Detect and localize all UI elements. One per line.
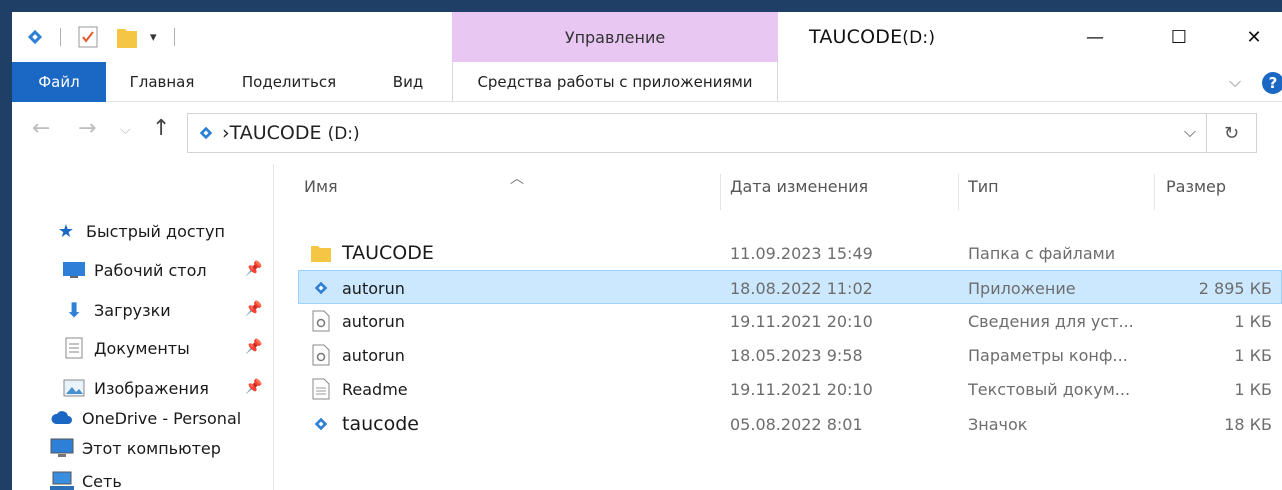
file-size-cell: 2 895 КБ bbox=[1198, 278, 1272, 298]
customize-toolbar-icon[interactable]: ▾ bbox=[150, 22, 157, 52]
app-icon bbox=[308, 280, 334, 296]
file-date-cell: 11.09.2023 15:49 bbox=[730, 243, 873, 263]
table-row[interactable]: autorun 19.11.2021 20:10 Сведения для ус… bbox=[298, 304, 1282, 338]
file-type-cell: Сведения для уст... bbox=[968, 311, 1134, 331]
close-button[interactable]: ✕ bbox=[1231, 22, 1277, 52]
drive-icon bbox=[198, 125, 214, 141]
nav-onedrive[interactable]: OneDrive - Personal bbox=[50, 403, 241, 433]
minimize-button[interactable]: — bbox=[1072, 22, 1118, 52]
tab-view[interactable]: Вид bbox=[382, 62, 434, 102]
file-date-cell: 05.08.2022 8:01 bbox=[730, 414, 863, 434]
tab-app-tools[interactable]: Средства работы с приложениями bbox=[452, 62, 778, 102]
file-name-cell: autorun bbox=[308, 304, 718, 338]
config-file-icon bbox=[308, 344, 334, 366]
navigation-pane: ★ Быстрый доступ Рабочий стол 📌 ⬇ Загруз… bbox=[12, 164, 274, 490]
tab-file[interactable]: Файл bbox=[12, 62, 106, 102]
address-path: ›TAUCODE (D:) bbox=[222, 122, 360, 144]
file-list: ︿ Имя Дата изменения Тип Размер TAUCODE … bbox=[274, 164, 1282, 490]
network-icon bbox=[50, 471, 74, 490]
tab-home[interactable]: Главная bbox=[116, 62, 208, 102]
tab-share[interactable]: Поделиться bbox=[230, 62, 348, 102]
pin-icon[interactable]: 📌 bbox=[245, 261, 262, 277]
pin-icon[interactable]: 📌 bbox=[245, 301, 262, 317]
up-arrow-icon[interactable]: ↑ bbox=[152, 116, 170, 141]
file-type-cell: Приложение bbox=[968, 278, 1076, 298]
nav-downloads[interactable]: ⬇ Загрузки bbox=[62, 295, 171, 325]
explorer-window: ▾ Управление TAUCODE(D:) — ☐ ✕ Файл Глав… bbox=[12, 12, 1282, 490]
file-size-cell bbox=[1178, 236, 1272, 270]
table-row[interactable]: autorun 18.08.2022 11:02 Приложение 2 89… bbox=[298, 270, 1282, 304]
file-type-cell: Папка с файлами bbox=[968, 243, 1116, 263]
file-date-cell: 19.11.2021 20:10 bbox=[730, 379, 873, 399]
column-header-size[interactable]: Размер bbox=[1166, 164, 1276, 208]
documents-icon bbox=[62, 337, 86, 359]
nav-quick-access[interactable]: ★ Быстрый доступ bbox=[54, 216, 225, 246]
nav-documents[interactable]: Документы bbox=[62, 333, 190, 363]
file-size-cell: 18 КБ bbox=[1224, 414, 1272, 434]
context-group-label: Управление bbox=[452, 12, 778, 62]
refresh-button[interactable]: ↻ bbox=[1207, 113, 1257, 153]
column-header-date[interactable]: Дата изменения bbox=[730, 164, 960, 208]
table-row[interactable]: taucode 05.08.2022 8:01 Значок 18 КБ bbox=[298, 407, 1282, 441]
computer-icon bbox=[50, 438, 74, 458]
file-size-cell: 1 КБ bbox=[1234, 311, 1272, 331]
file-name-cell: autorun bbox=[308, 271, 718, 305]
back-arrow-icon[interactable]: ← bbox=[32, 116, 50, 141]
file-name-cell: autorun bbox=[308, 338, 718, 372]
file-size-cell: 1 КБ bbox=[1234, 379, 1272, 399]
title-bar: ▾ Управление TAUCODE(D:) — ☐ ✕ bbox=[12, 12, 1282, 62]
nav-this-pc[interactable]: Этот компьютер bbox=[50, 433, 221, 463]
folder-icon bbox=[308, 243, 334, 263]
pin-icon[interactable]: 📌 bbox=[245, 379, 262, 395]
table-row[interactable]: autorun 18.05.2023 9:58 Параметры конф..… bbox=[298, 338, 1282, 372]
file-date-cell: 19.11.2021 20:10 bbox=[730, 311, 873, 331]
pin-icon[interactable]: 📌 bbox=[245, 339, 262, 355]
column-header-name[interactable]: Имя bbox=[304, 164, 714, 208]
settings-file-icon bbox=[308, 310, 334, 332]
desktop-icon bbox=[62, 261, 86, 279]
file-type-cell: Значок bbox=[968, 414, 1028, 434]
table-row[interactable]: Readme 19.11.2021 20:10 Текстовый докум.… bbox=[298, 372, 1282, 406]
app-icon[interactable] bbox=[26, 22, 44, 52]
expand-ribbon-icon[interactable]: ⌵ bbox=[1229, 72, 1241, 92]
star-icon: ★ bbox=[57, 220, 75, 242]
table-row[interactable]: TAUCODE 11.09.2023 15:49 Папка с файлами bbox=[298, 236, 1282, 270]
file-date-cell: 18.08.2022 11:02 bbox=[730, 278, 873, 298]
file-type-cell: Параметры конф... bbox=[968, 345, 1128, 365]
nav-pictures[interactable]: Изображения bbox=[62, 373, 209, 403]
file-date-cell: 18.05.2023 9:58 bbox=[730, 345, 863, 365]
pictures-icon bbox=[62, 379, 86, 397]
column-header-type[interactable]: Тип bbox=[968, 164, 1158, 208]
download-icon: ⬇ bbox=[65, 298, 83, 322]
forward-arrow-icon[interactable]: → bbox=[78, 116, 96, 141]
help-icon[interactable]: ? bbox=[1262, 72, 1282, 94]
navigation-bar: ← → ⌵ ↑ ›TAUCODE (D:) ⌵ ↻ bbox=[12, 102, 1282, 164]
file-type-cell: Текстовый докум... bbox=[968, 379, 1131, 399]
file-name-cell: taucode bbox=[308, 407, 718, 441]
file-name-cell: TAUCODE bbox=[308, 236, 718, 270]
window-title: TAUCODE(D:) bbox=[809, 26, 936, 48]
properties-icon[interactable] bbox=[78, 22, 98, 52]
file-size-cell: 1 КБ bbox=[1234, 345, 1272, 365]
maximize-button[interactable]: ☐ bbox=[1156, 22, 1202, 52]
app-icon bbox=[308, 416, 334, 432]
text-file-icon bbox=[308, 378, 334, 400]
nav-network[interactable]: Сеть bbox=[50, 466, 122, 490]
nav-desktop[interactable]: Рабочий стол bbox=[62, 255, 207, 285]
file-name-cell: Readme bbox=[308, 372, 718, 406]
recent-locations-chevron-icon[interactable]: ⌵ bbox=[120, 122, 131, 138]
ribbon-tabs: Файл Главная Поделиться Вид Средства раб… bbox=[12, 62, 1282, 102]
address-bar[interactable]: ›TAUCODE (D:) ⌵ bbox=[187, 113, 1207, 153]
refresh-icon: ↻ bbox=[1223, 122, 1240, 144]
cloud-icon bbox=[50, 411, 74, 425]
address-history-chevron-icon[interactable]: ⌵ bbox=[1184, 122, 1196, 142]
new-folder-icon[interactable] bbox=[116, 22, 138, 52]
